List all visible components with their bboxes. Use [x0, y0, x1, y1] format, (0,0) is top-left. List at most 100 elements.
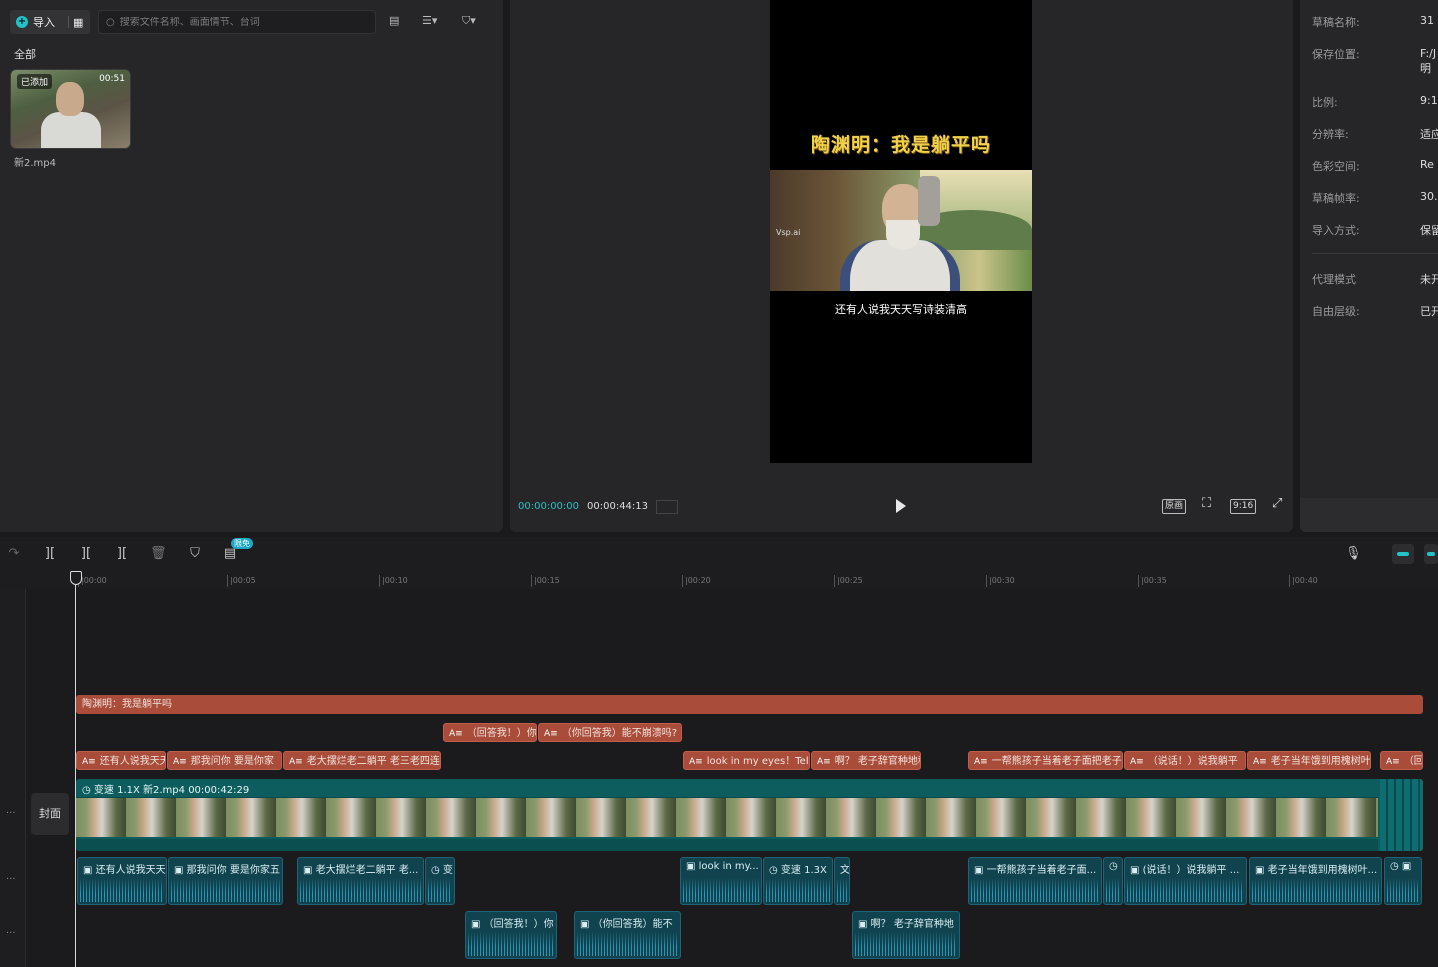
text-clip[interactable]: A≡ （回答我！）你: [443, 723, 537, 742]
main-video-clip[interactable]: ◷ 变速 1.1X 新2.mp4 00:00:42:29: [76, 779, 1423, 851]
sort-icon[interactable]: ☰▾: [422, 14, 437, 27]
cover-button[interactable]: 封面: [31, 793, 69, 835]
text-icon: A≡: [289, 757, 303, 767]
text-icon: A≡: [449, 729, 463, 739]
clip-label: （说话！）说我躺平: [1147, 756, 1238, 767]
text-clip[interactable]: A≡ （回: [1380, 751, 1423, 770]
playhead[interactable]: [75, 584, 76, 967]
detail-value: 未开: [1420, 273, 1438, 286]
redo-icon[interactable]: ↷: [6, 546, 22, 561]
link-toggle[interactable]: [1424, 544, 1438, 564]
audio-clip-text: (说话！）说我躺平 ...: [1142, 865, 1240, 876]
audio-clip[interactable]: ▣ 那我问你 要是你家五: [168, 857, 283, 905]
play-icon[interactable]: [896, 499, 906, 513]
audio-clip[interactable]: ▣ (说话！）说我躺平 ...: [1124, 857, 1247, 905]
search-input[interactable]: [119, 16, 360, 28]
audio-clip[interactable]: ▣ 啊？ 老子辞官种地: [852, 911, 960, 959]
split-icon[interactable]: ][: [42, 546, 58, 561]
ruler-tick: |00:35: [1138, 575, 1167, 587]
track-menu-icon[interactable]: ···: [6, 928, 16, 939]
split-left-icon[interactable]: ][: [78, 546, 94, 561]
text-icon: A≡: [1386, 757, 1400, 767]
title-text-clip[interactable]: 陶渊明：我是躺平吗: [76, 695, 1423, 714]
watermark: Vsp.ai: [776, 228, 801, 237]
audio-clip[interactable]: ▣ 老子当年饿到用槐树叶...: [1249, 857, 1382, 905]
audio-clip[interactable]: ◷ 变速 1.3X: [763, 857, 833, 905]
media-search[interactable]: ○: [98, 10, 376, 34]
audio-clip[interactable]: ◷: [1103, 857, 1123, 905]
detail-value: Re: [1420, 158, 1434, 171]
audio-clip[interactable]: ◷ ▣: [1384, 857, 1422, 905]
audio-clip[interactable]: ▣ 还有人说我天天: [77, 857, 167, 905]
text-clip[interactable]: A≡ （说话！）说我躺平: [1124, 751, 1246, 770]
timeline-ruler[interactable]: [0, 571, 1438, 589]
speed-icon: ◷: [1109, 861, 1118, 872]
text-clip[interactable]: A≡ 一帮熊孩子当着老子面把老子: [968, 751, 1123, 770]
clip-label: ▣ （你回答我）能不: [580, 915, 673, 930]
track-menu-icon[interactable]: ···: [6, 874, 16, 885]
magnet-toggle[interactable]: [1392, 544, 1414, 564]
fullscreen-icon[interactable]: ⤢: [1270, 497, 1284, 512]
all-media-tab[interactable]: 全部: [14, 46, 36, 62]
waveform: [766, 878, 830, 902]
marker-icon[interactable]: ⛉: [187, 546, 203, 561]
aspect-ratio-button[interactable]: 9:16: [1230, 499, 1257, 514]
track-area[interactable]: [0, 589, 1438, 967]
text-clip[interactable]: A≡ 啊？ 老子辞官种地种: [811, 751, 921, 770]
toggle-indicator: [1397, 552, 1409, 556]
audio-clip[interactable]: ▣ 老大摆烂老二躺平 老...: [297, 857, 424, 905]
text-icon: A≡: [544, 729, 558, 739]
audio-clip[interactable]: ▣ 一帮熊孩子当着老子面...: [968, 857, 1102, 905]
original-quality-button[interactable]: 原画: [1162, 499, 1187, 514]
clip-label: ◷: [1109, 861, 1118, 872]
text-clip[interactable]: A≡ look in my eyes！Tell: [683, 751, 810, 770]
plus-icon: +: [16, 16, 28, 28]
audio-icon: ▣: [83, 865, 96, 876]
waveform: [80, 878, 164, 902]
audio-icon: ▣: [1130, 865, 1143, 876]
clip-label: ▣ 还有人说我天天: [83, 861, 166, 876]
view-mode-icon[interactable]: ▤: [389, 14, 399, 27]
microphone-icon[interactable]: 🎙: [1345, 546, 1362, 561]
search-icon: ○: [106, 16, 115, 28]
track-menu-icon[interactable]: ···: [6, 808, 16, 819]
text-icon: A≡: [817, 757, 831, 767]
audio-clip[interactable]: ▣ look in my...: [680, 857, 762, 905]
grid-view-icon[interactable]: ▦: [68, 16, 83, 29]
clip-label: ▣ 一帮熊孩子当着老子面...: [974, 861, 1096, 876]
media-duration: 00:51: [99, 74, 125, 84]
text-clip[interactable]: A≡ （你回答我）能不崩溃吗?: [538, 723, 682, 742]
video-preview[interactable]: 陶渊明：我是躺平吗 Vsp.ai 还有人说我天天写诗装清高: [770, 0, 1032, 463]
clip-label: （回答我！）你: [466, 728, 537, 739]
text-clip[interactable]: A≡ 那我问你 要是你家: [167, 751, 282, 770]
clip-label: 老子当年饿到用槐树叶: [1270, 756, 1371, 767]
video-title-text: 陶渊明：我是躺平吗: [810, 134, 991, 156]
audio-clip[interactable]: ▣ （回答我！）你: [465, 911, 557, 959]
audio-clip[interactable]: ◷ 变: [425, 857, 455, 905]
filter-icon[interactable]: ⛉▾: [462, 14, 476, 28]
clip-label: ▣ （回答我！）你: [471, 915, 554, 930]
timeline-toolbar: ↷ ][ ][ ][ 🗑 ⛉ ▤ 🎙: [0, 537, 1438, 571]
text-icon: A≡: [1130, 757, 1144, 767]
speed-icon: ◷: [769, 865, 781, 876]
details-footer: [1300, 498, 1438, 532]
detail-value: 适应: [1420, 128, 1438, 141]
text-clip[interactable]: A≡ 老大摆烂老二躺平 老三老四连: [283, 751, 441, 770]
audio-clip[interactable]: 文: [834, 857, 850, 905]
zoom-fit-icon[interactable]: ⛶: [1200, 497, 1213, 512]
media-item[interactable]: 已添加 00:51: [10, 69, 131, 149]
import-button[interactable]: + 导入 ▦: [10, 10, 90, 34]
audio-clip[interactable]: ▣ （你回答我）能不: [574, 911, 681, 959]
text-clip[interactable]: A≡ 老子当年饿到用槐树叶: [1247, 751, 1371, 770]
free-badge: 限免: [231, 538, 253, 549]
clip-label: ▣ 老子当年饿到用槐树叶...: [1255, 861, 1377, 876]
playhead-handle[interactable]: [70, 571, 82, 585]
timecode-grid-icon[interactable]: [656, 500, 678, 514]
text-clip[interactable]: A≡ 还有人说我天天: [76, 751, 166, 770]
delete-icon[interactable]: 🗑: [150, 546, 167, 561]
split-right-icon[interactable]: ][: [114, 546, 130, 561]
audio-icon: ▣: [174, 865, 187, 876]
clip-label: 老大摆烂老二躺平 老三老四连: [306, 756, 440, 767]
text-icon: A≡: [82, 757, 96, 767]
clip-label: 那我问你 要是你家: [190, 756, 274, 767]
